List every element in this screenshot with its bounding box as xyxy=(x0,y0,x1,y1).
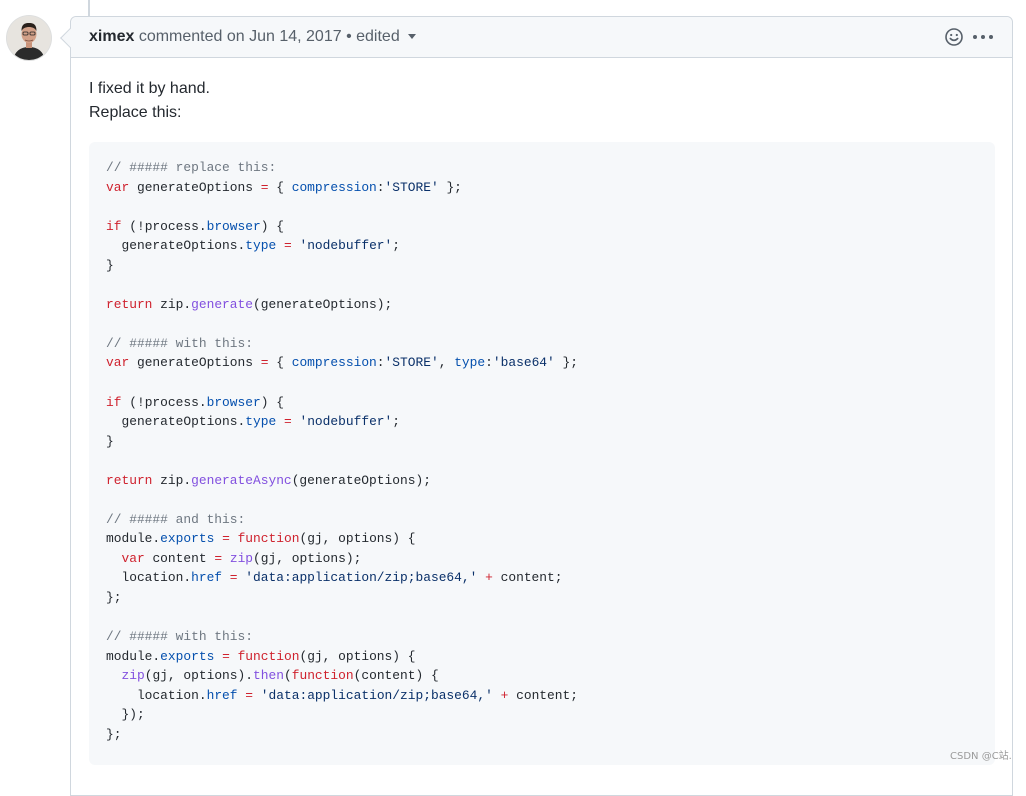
caret-down-icon xyxy=(407,34,416,40)
add-reaction-button[interactable] xyxy=(944,27,964,47)
edited-label: edited xyxy=(356,28,400,45)
comment-card: ximex commented on Jun 14, 2017 • edited… xyxy=(70,16,1013,796)
code-text: // ##### replace this: var generateOptio… xyxy=(106,160,578,742)
comment-body: I fixed it by hand. Replace this: xyxy=(89,77,994,125)
comment-timestamp[interactable]: commented on Jun 14, 2017 xyxy=(134,28,342,45)
code-content: // ##### replace this: var generateOptio… xyxy=(106,158,978,744)
more-options-button[interactable] xyxy=(971,26,995,48)
body-paragraph: Replace this: xyxy=(89,104,182,121)
avatar-image xyxy=(7,16,51,60)
watermark: CSDN @C站. xyxy=(950,751,1012,762)
author-link[interactable]: ximex xyxy=(89,28,134,45)
body-paragraph: I fixed it by hand. xyxy=(89,80,210,97)
code-block[interactable]: // ##### replace this: var generateOptio… xyxy=(89,142,995,765)
meta-separator: • xyxy=(341,28,357,45)
timeline-line xyxy=(88,0,90,16)
kebab-horizontal-icon xyxy=(973,35,993,39)
comment-header: ximex commented on Jun 14, 2017 • edited xyxy=(71,17,1012,58)
comment-meta: ximex commented on Jun 14, 2017 • edited xyxy=(89,28,416,46)
smiley-icon xyxy=(945,28,963,46)
avatar[interactable] xyxy=(7,16,51,60)
edited-dropdown[interactable]: edited xyxy=(356,28,416,45)
